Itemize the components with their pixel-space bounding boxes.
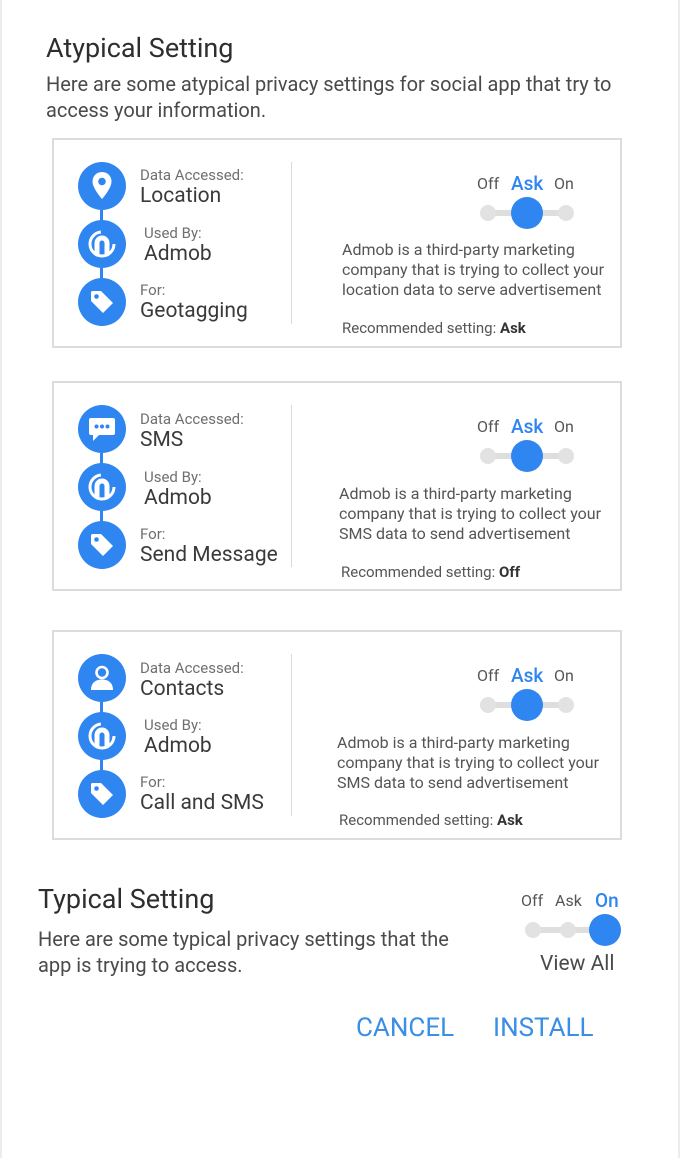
toggle-ask-dot[interactable]: [560, 922, 576, 938]
cancel-button[interactable]: CANCEL: [356, 1013, 454, 1043]
atypical-setting-title: Atypical Setting: [46, 32, 234, 64]
toggle-on-dot[interactable]: [558, 697, 574, 713]
data-accessed-label: Data Accessed:: [140, 659, 244, 677]
toggle-off-label[interactable]: Off: [477, 417, 499, 436]
typical-setting-description: Here are some typical privacy settings t…: [38, 927, 449, 977]
toggle-knob[interactable]: [589, 914, 621, 946]
toggle-labels: Off Ask On: [477, 664, 582, 688]
three-state-toggle[interactable]: [480, 689, 574, 721]
recommended-label: Recommended setting:: [341, 563, 496, 581]
for-value: Call and SMS: [140, 791, 264, 815]
recommended-setting: Recommended setting: Off: [341, 563, 520, 581]
data-accessed-label: Data Accessed:: [140, 166, 244, 184]
typical-three-state-toggle[interactable]: [525, 914, 621, 946]
tag-icon: [78, 521, 126, 569]
toggle-ask-label[interactable]: Ask: [511, 664, 543, 687]
toggle-on-label[interactable]: On: [554, 666, 574, 685]
permission-card-contacts: Data Accessed: Contacts Used By: Admob F…: [52, 630, 622, 840]
for-label: For:: [140, 525, 166, 543]
used-by-value: Admob: [144, 734, 212, 758]
recommended-setting: Recommended setting: Ask: [342, 319, 526, 337]
used-by-value: Admob: [144, 486, 212, 510]
atypical-setting-description: Here are some atypical privacy settings …: [46, 72, 612, 122]
recommended-value: Off: [498, 563, 521, 581]
for-label: For:: [140, 773, 166, 791]
toggle-knob[interactable]: [511, 689, 543, 721]
toggle-off-dot[interactable]: [480, 448, 496, 464]
toggle-off-label[interactable]: Off: [521, 891, 543, 910]
card-divider: [291, 405, 292, 567]
recommended-value: Ask: [496, 811, 523, 829]
location-pin-icon: [78, 162, 126, 210]
card-divider: [291, 654, 292, 816]
tag-icon: [78, 770, 126, 818]
toggle-labels: Off Ask On: [477, 172, 582, 196]
tag-icon: [78, 278, 126, 326]
toggle-off-dot[interactable]: [480, 205, 496, 221]
recommended-value: Ask: [499, 319, 526, 337]
recommended-label: Recommended setting:: [339, 811, 494, 829]
toggle-knob[interactable]: [511, 197, 543, 229]
card-description: Admob is a third-party marketing company…: [339, 484, 602, 543]
toggle-off-dot[interactable]: [480, 697, 496, 713]
toggle-knob[interactable]: [511, 440, 543, 472]
admob-icon: [78, 463, 126, 511]
toggle-on-dot[interactable]: [558, 205, 574, 221]
for-value: Send Message: [140, 543, 278, 567]
admob-icon: [78, 220, 126, 268]
view-all-link[interactable]: View All: [540, 952, 615, 976]
recommended-label: Recommended setting:: [342, 319, 497, 337]
data-accessed-label: Data Accessed:: [140, 410, 244, 428]
toggle-off-label[interactable]: Off: [477, 666, 499, 685]
data-accessed-value: SMS: [140, 428, 184, 452]
for-value: Geotagging: [140, 299, 248, 323]
for-label: For:: [140, 281, 166, 299]
toggle-on-dot[interactable]: [558, 448, 574, 464]
used-by-value: Admob: [144, 242, 212, 266]
sms-chat-icon: [78, 405, 126, 453]
card-description: Admob is a third-party marketing company…: [342, 240, 605, 299]
used-by-label: Used By:: [144, 716, 202, 734]
three-state-toggle[interactable]: [480, 440, 574, 472]
page-edge-left: [0, 0, 2, 1158]
toggle-ask-label[interactable]: Ask: [511, 415, 543, 438]
toggle-ask-label[interactable]: Ask: [511, 172, 543, 195]
toggle-on-label[interactable]: On: [554, 174, 574, 193]
card-divider: [291, 162, 292, 324]
toggle-labels: Off Ask On: [477, 415, 582, 439]
toggle-ask-label[interactable]: Ask: [555, 891, 582, 910]
data-accessed-value: Location: [140, 184, 222, 208]
typical-setting-title: Typical Setting: [38, 883, 215, 915]
typical-toggle-labels: Off Ask On: [521, 889, 626, 913]
toggle-on-label[interactable]: On: [595, 889, 619, 912]
admob-icon: [78, 712, 126, 760]
toggle-off-label[interactable]: Off: [477, 174, 499, 193]
person-icon: [78, 654, 126, 702]
data-accessed-value: Contacts: [140, 677, 225, 701]
card-description: Admob is a third-party marketing company…: [337, 733, 600, 792]
permission-card-location: Data Accessed: Location Used By: Admob F…: [52, 138, 622, 348]
recommended-setting: Recommended setting: Ask: [339, 811, 523, 829]
install-button[interactable]: INSTALL: [493, 1013, 594, 1043]
used-by-label: Used By:: [144, 224, 202, 242]
permission-card-sms: Data Accessed: SMS Used By: Admob For: S…: [52, 381, 622, 591]
three-state-toggle[interactable]: [480, 197, 574, 229]
used-by-label: Used By:: [144, 468, 202, 486]
toggle-off-dot[interactable]: [525, 922, 541, 938]
toggle-on-label[interactable]: On: [554, 417, 574, 436]
